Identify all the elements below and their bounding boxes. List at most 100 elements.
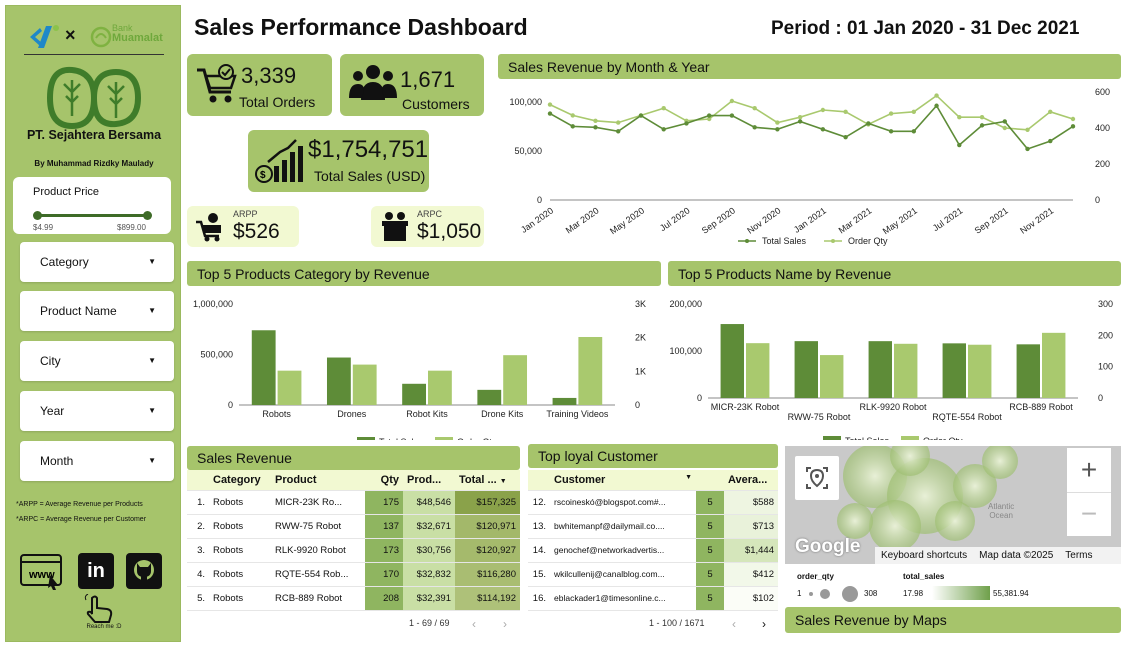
y-left-tick-label: 1,000,000	[193, 299, 233, 309]
customers-value: 1,671	[400, 67, 456, 92]
category-dropdown[interactable]: Category ▼	[20, 242, 174, 282]
row-index: 13.	[532, 520, 546, 532]
customer-table-row[interactable]: 12. rscoineskó@blogspot.com#... 5 $588	[528, 490, 778, 514]
row-customer: rscoineskó@blogspot.com#...	[554, 497, 666, 507]
y-left-tick-label: 100,000	[669, 346, 702, 356]
row-order-count: 5	[696, 538, 724, 562]
row-index: 4.	[197, 568, 205, 580]
product-name-dropdown[interactable]: Product Name ▼	[20, 291, 174, 331]
data-point	[706, 113, 712, 118]
locate-button[interactable]	[795, 456, 839, 500]
sales-table-row[interactable]: 4. Robots RQTE-554 Rob... 170 $32,832 $116,28…	[187, 562, 520, 586]
price-slider-max-handle[interactable]	[143, 211, 152, 220]
sales-map[interactable]: + − Atlantic Ocean Google Keyboard short…	[785, 446, 1121, 564]
data-point	[593, 125, 598, 130]
customer-table: Customer ▼ Avera... 12. rscoineskó@blogspo…	[528, 470, 778, 611]
row-customer: bwhitemanpf@dailymail.co....	[554, 521, 665, 531]
sales-table-row[interactable]: 5. Robots RCB-889 Robot 208 $32,391 $114,192	[187, 586, 520, 610]
sales-col-product[interactable]: Product	[271, 470, 365, 490]
month-dropdown-label: Month	[40, 454, 74, 468]
legend-total-sales-swatch	[823, 436, 841, 440]
total-sales-card: $ $1,754,751 Total Sales (USD)	[248, 130, 429, 192]
bank-name: Bank Muamalat	[112, 23, 163, 44]
map-terms-link[interactable]: Terms	[1065, 550, 1092, 561]
city-dropdown[interactable]: City ▼	[20, 341, 174, 381]
customer-col-email[interactable]: Customer ▼	[550, 470, 696, 490]
row-index: 14.	[532, 544, 546, 556]
period-text: Period : 01 Jan 2020 - 31 Dec 2021	[771, 18, 1080, 39]
year-dropdown[interactable]: Year ▼	[20, 391, 174, 431]
zoom-in-button[interactable]: +	[1067, 448, 1111, 492]
bar-total-sales	[1016, 344, 1040, 398]
sales-col-total-label: Total ...	[459, 473, 497, 486]
keyboard-shortcuts-link[interactable]: Keyboard shortcuts	[881, 550, 967, 561]
x-tick-label: May 2020	[608, 205, 646, 236]
sales-col-category[interactable]: Category	[209, 470, 271, 490]
customer-col-count	[696, 470, 724, 490]
customer-table-row[interactable]: 13. bwhitemanpf@dailymail.co.... 5 $713	[528, 514, 778, 538]
customer-table-row[interactable]: 15. wkilcullenij@canalblog.com... 5 $412	[528, 562, 778, 586]
customer-table-row[interactable]: 16. eblackader1@timesonline.c... 5 $102	[528, 586, 778, 610]
sales-table-row[interactable]: 3. Robots RLK-9920 Robot 173 $30,756 $120,927	[187, 538, 520, 562]
customer-table-row[interactable]: 14. genochef@networkadvertis... 5 $1,444	[528, 538, 778, 562]
total-orders-label: Total Orders	[239, 94, 316, 110]
zoom-out-button[interactable]: −	[1067, 492, 1111, 536]
x-category-label: Training Videos	[546, 409, 609, 419]
row-index: 15.	[532, 568, 546, 580]
customers-card: 1,671 Customers	[340, 54, 484, 116]
github-icon[interactable]	[126, 553, 162, 589]
sales-next-page-icon[interactable]: ›	[503, 617, 507, 631]
data-point	[934, 93, 939, 98]
data-point	[979, 123, 985, 128]
sales-col-prod[interactable]: Prod...	[403, 470, 455, 490]
legend-order-qty-marker	[831, 239, 835, 243]
price-slider-min-handle[interactable]	[33, 211, 42, 220]
website-link-icon[interactable]: www	[20, 553, 64, 591]
x-category-label: RQTE-554 Robot	[932, 412, 1002, 422]
row-customer: wkilcullenij@canalblog.com...	[554, 569, 665, 579]
bar-total-sales	[942, 343, 966, 398]
row-prod-price: $30,756	[403, 538, 455, 562]
row-average: $588	[724, 490, 778, 514]
month-dropdown[interactable]: Month ▼	[20, 441, 174, 481]
linkedin-icon[interactable]: in	[78, 553, 114, 589]
dropdown-caret-icon: ▼	[148, 306, 156, 315]
customer-prev-page-icon[interactable]: ‹	[732, 617, 736, 631]
data-point	[979, 115, 985, 120]
author-credit: By Muhammad Rizdky Maulady	[34, 159, 154, 168]
sales-col-total[interactable]: Total ... ▼	[455, 470, 520, 490]
customer-next-page-icon[interactable]: ›	[762, 617, 766, 631]
sales-prev-page-icon[interactable]: ‹	[472, 617, 476, 631]
data-point	[570, 113, 575, 118]
company-name: PT. Sejahtera Bersama	[26, 128, 162, 142]
bar-order-qty	[428, 370, 452, 405]
data-point	[547, 111, 553, 116]
data-point	[934, 103, 939, 108]
sales-col-qty[interactable]: Qty	[365, 470, 403, 490]
x-tick-label: Jan 2020	[519, 205, 555, 234]
row-prod-price: $32,832	[403, 562, 455, 586]
sales-table-row[interactable]: 2. Robots RWW-75 Robot 137 $32,671 $120,971	[187, 514, 520, 538]
bar-order-qty	[894, 343, 918, 398]
growth-chart-icon: $	[254, 138, 304, 186]
data-point	[570, 124, 575, 129]
partner-logo-icon	[26, 22, 64, 52]
sales-table-title: Sales Revenue	[187, 446, 520, 470]
customer-col-avg[interactable]: Avera...	[724, 470, 778, 490]
data-point	[684, 121, 689, 126]
y-right-tick-label: 3K	[635, 299, 646, 309]
data-point	[1048, 138, 1053, 144]
year-dropdown-label: Year	[40, 404, 65, 418]
row-customer: genochef@networkadvertis...	[554, 545, 665, 555]
sales-table-row[interactable]: 1. Robots MICR-23K Ro... 175 $48,546 $157,325	[187, 490, 520, 514]
y-left-tick-label: 500,000	[200, 350, 233, 360]
row-category: Robots	[213, 520, 244, 532]
row-qty: 170	[365, 562, 403, 586]
legend-total-sales-label: Total Sales	[762, 236, 807, 246]
y-right-tick-label: 600	[1095, 87, 1110, 97]
price-slider-track[interactable]	[36, 214, 148, 217]
arpp-label: ARPP	[233, 209, 258, 219]
product-bar-chart: 0 100,000 200,000 0 100 200 300 MICR-23K Robot R…	[669, 299, 1113, 440]
dropdown-caret-icon: ▼	[148, 356, 156, 365]
y-right-tick-label: 0	[1095, 195, 1100, 205]
